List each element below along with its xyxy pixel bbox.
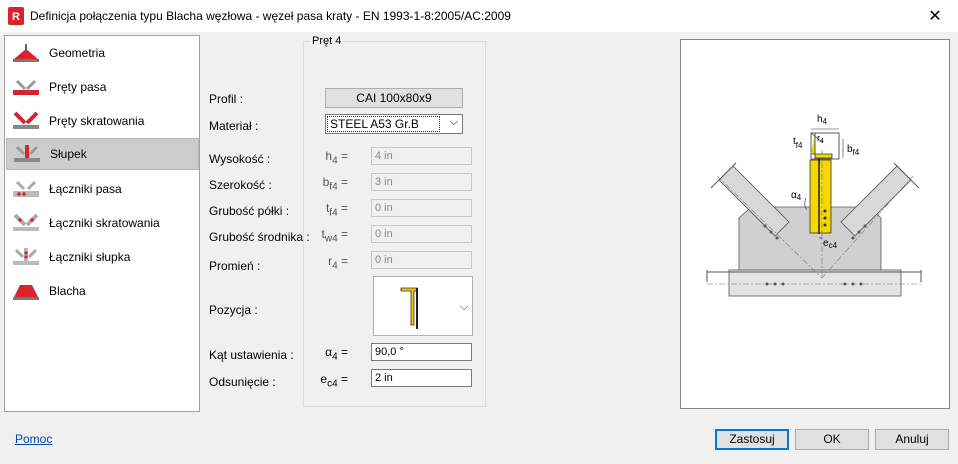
flange-thickness-label: Grubość półki : [209, 204, 290, 218]
flange-thickness-field: 0 in [371, 199, 472, 217]
offset-label: Odsunięcie : [209, 375, 276, 389]
sidebar-item-label: Łączniki pasa [49, 182, 122, 196]
radius-field: 0 in [371, 251, 472, 269]
bracing-bars-icon [13, 111, 39, 129]
sidebar-item-label: Pręty pasa [49, 80, 107, 94]
web-thickness-field: 0 in [371, 225, 472, 243]
position-label: Pozycja : [209, 303, 258, 317]
sidebar-item-label: Łączniki skratowania [49, 216, 160, 230]
width-symbol: bf4 = [322, 175, 348, 193]
ok-button[interactable]: OK [795, 429, 869, 450]
chevron-down-icon: ⌵ [449, 116, 458, 128]
angle-section-icon: ⌵ [400, 287, 469, 329]
width-field: 3 in [371, 173, 472, 191]
sidebar-item-slupek[interactable]: Słupek [6, 138, 199, 170]
apply-button[interactable]: Zastosuj [715, 429, 789, 450]
plate-icon [13, 285, 39, 300]
chord-bars-icon [13, 79, 39, 95]
post-connectors-icon [13, 248, 39, 265]
svg-text:R: R [12, 11, 20, 23]
gusset-drawing: h4 r4 tf4 bf4 α4 ec4 [706, 114, 922, 297]
tf4-label: tf4 [793, 136, 803, 150]
geometry-icon [13, 44, 39, 62]
height-field: 4 in [371, 147, 472, 165]
profile-button[interactable]: CAI 100x80x9 [325, 88, 463, 108]
close-icon[interactable]: ✕ [912, 0, 958, 32]
title-bar: R Definicja połączenia typu Blacha węzło… [0, 0, 958, 32]
position-select[interactable]: ⌵ [373, 276, 473, 336]
height-symbol: h4 = [325, 149, 348, 167]
radius-symbol: r4 = [328, 254, 348, 272]
sidebar-item-geometria[interactable]: Geometria [6, 37, 199, 69]
sidebar: Geometria Pręty pasa Pręty skratowania S… [4, 35, 200, 412]
chevron-down-icon: ⌵ [460, 300, 469, 313]
r4-label: r4 [817, 133, 824, 145]
alpha4-label: α4 [791, 190, 802, 202]
radius-label: Promień : [209, 259, 261, 273]
sidebar-item-label: Blacha [49, 284, 86, 298]
window-title: Definicja połączenia typu Blacha węzłowa… [30, 9, 511, 23]
h4-label: h4 [817, 114, 828, 126]
sidebar-item-prety-pasa[interactable]: Pręty pasa [6, 71, 199, 103]
connection-preview: h4 r4 tf4 bf4 α4 ec4 [680, 39, 950, 409]
height-label: Wysokość : [209, 152, 271, 166]
web-symbol: tw4 = [321, 227, 349, 245]
material-value: STEEL A53 Gr.B [327, 116, 440, 132]
help-link[interactable]: Pomoc [15, 432, 52, 446]
sidebar-item-label: Pręty skratowania [49, 114, 145, 128]
sidebar-item-blacha[interactable]: Blacha [6, 275, 199, 307]
offset-field[interactable]: 2 in [371, 369, 472, 387]
offset-symbol: ec4 = [320, 372, 348, 390]
post-icon [14, 145, 40, 162]
flange-symbol: tf4 = [325, 201, 348, 219]
material-label: Materiał : [209, 119, 259, 133]
app-icon: R [8, 7, 24, 25]
material-select[interactable]: STEEL A53 Gr.B ⌵ [325, 114, 463, 134]
sidebar-item-laczniki-skratowania[interactable]: Łączniki skratowania [6, 207, 199, 239]
bf4-label: bf4 [847, 144, 860, 157]
cancel-button[interactable]: Anuluj [875, 429, 949, 450]
sidebar-item-label: Łączniki słupka [49, 250, 131, 264]
sidebar-item-laczniki-pasa[interactable]: Łączniki pasa [6, 173, 199, 205]
group-title: Pręt 4 [310, 35, 344, 47]
angle-label: Kąt ustawienia : [209, 348, 294, 362]
sidebar-item-label: Geometria [49, 46, 106, 60]
width-label: Szerokość : [209, 178, 272, 192]
sidebar-item-laczniki-slupka[interactable]: Łączniki słupka [6, 241, 199, 273]
bracing-connectors-icon [13, 213, 39, 231]
profile-label: Profil : [209, 92, 244, 106]
sidebar-item-label: Słupek [50, 147, 87, 161]
chord-connectors-icon [13, 180, 39, 197]
angle-symbol: α4 = [325, 345, 348, 363]
angle-field[interactable]: 90,0 ° [371, 343, 472, 361]
sidebar-item-prety-skratowania[interactable]: Pręty skratowania [6, 105, 199, 137]
